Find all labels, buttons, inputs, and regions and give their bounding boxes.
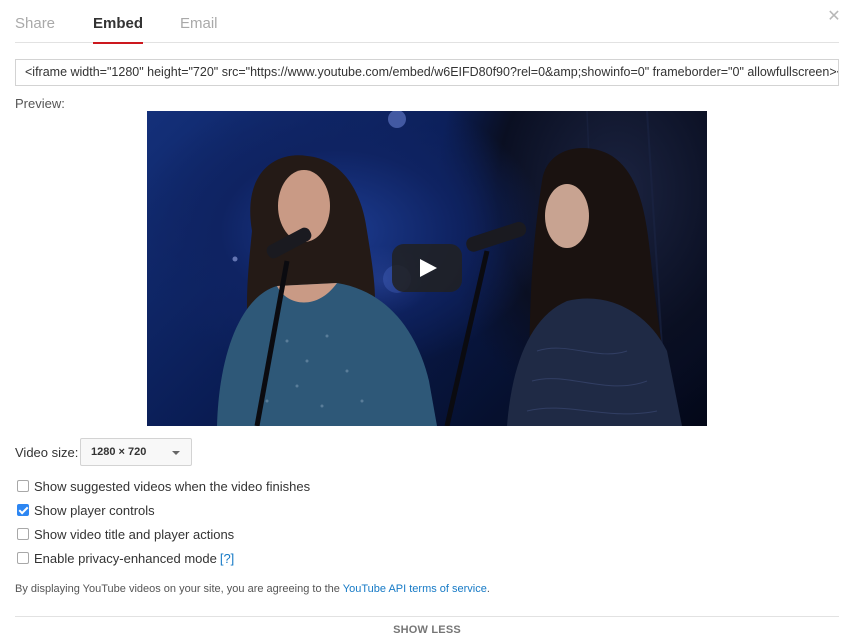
play-icon[interactable]: [392, 244, 462, 292]
chevron-down-icon: [172, 451, 180, 455]
privacy-mode-checkbox[interactable]: [17, 552, 29, 564]
terms-suffix: .: [486, 583, 490, 595]
option-player-controls[interactable]: Show player controls: [17, 502, 155, 518]
privacy-help-link[interactable]: [?]: [220, 551, 234, 566]
share-embed-dialog: Share Embed Email ✕ <iframe width="1280"…: [0, 0, 854, 644]
tab-bar: Share Embed Email: [15, 0, 839, 44]
api-terms-link[interactable]: YouTube API terms of service: [343, 583, 487, 595]
video-size-select[interactable]: 1280 × 720: [80, 438, 192, 466]
option-title-actions[interactable]: Show video title and player actions: [17, 526, 234, 542]
video-size-label: Video size:: [15, 445, 79, 460]
option-suggested-videos[interactable]: Show suggested videos when the video fin…: [17, 478, 310, 494]
video-size-value: 1280 × 720: [91, 446, 147, 458]
tab-share[interactable]: Share: [15, 15, 55, 43]
suggested-videos-label: Show suggested videos when the video fin…: [34, 478, 311, 494]
video-preview[interactable]: [147, 111, 707, 426]
player-controls-checkbox[interactable]: [17, 504, 29, 516]
title-actions-label: Show video title and player actions: [34, 526, 235, 542]
close-icon[interactable]: ✕: [826, 9, 842, 25]
preview-label: Preview:: [15, 96, 65, 111]
title-actions-checkbox[interactable]: [17, 528, 29, 540]
show-less-button[interactable]: SHOW LESS: [0, 624, 854, 636]
suggested-videos-checkbox[interactable]: [17, 480, 29, 492]
embed-code-field[interactable]: <iframe width="1280" height="720" src="h…: [15, 59, 839, 86]
tab-email[interactable]: Email: [180, 15, 218, 43]
divider: [15, 616, 839, 617]
terms-notice: By displaying YouTube videos on your sit…: [15, 583, 490, 595]
terms-prefix: By displaying YouTube videos on your sit…: [15, 583, 343, 595]
privacy-mode-label: Enable privacy-enhanced mode: [34, 550, 217, 566]
option-privacy-mode[interactable]: Enable privacy-enhanced mode [?]: [17, 550, 234, 566]
player-controls-label: Show player controls: [34, 502, 155, 518]
tab-embed[interactable]: Embed: [93, 15, 144, 44]
